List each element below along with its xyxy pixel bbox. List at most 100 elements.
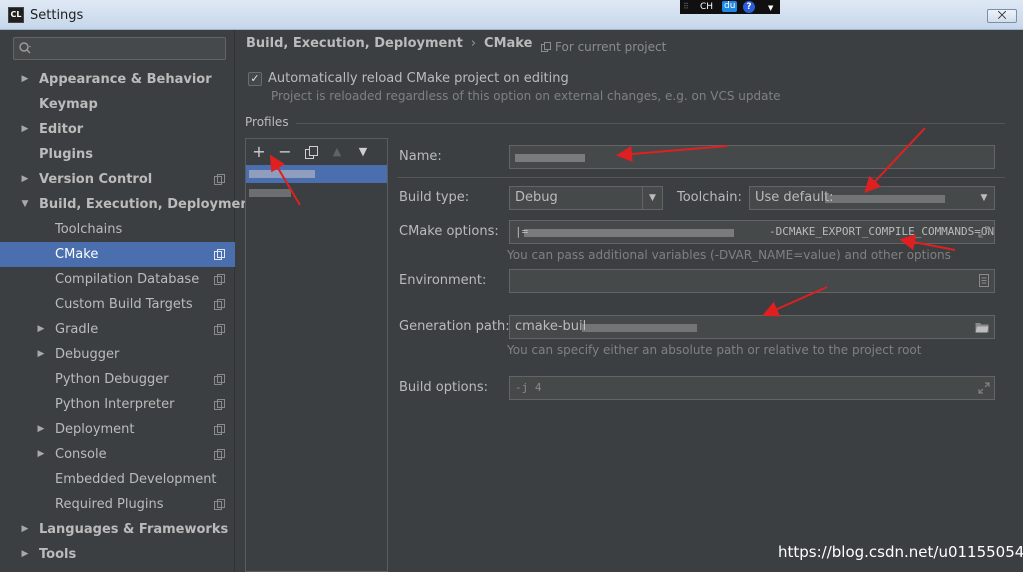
copy-icon	[214, 324, 225, 335]
sidebar-item-appearance-behavior[interactable]: ▶ Appearance & Behavior	[0, 67, 235, 92]
chevron-right-icon[interactable]: ▶	[20, 67, 30, 92]
cmake-options-field[interactable]: |= -DCMAKE_EXPORT_COMPILE_COMMANDS=ON	[509, 220, 995, 244]
breadcrumb-current: CMake	[484, 36, 533, 51]
sidebar-item-debugger[interactable]: ▶ Debugger	[0, 342, 235, 367]
toolchain-select[interactable]: Use default: ▼	[749, 186, 995, 210]
sidebar-item-label: Deployment	[55, 422, 135, 437]
help-icon[interactable]: ?	[743, 1, 755, 13]
generation-path-hint: You can specify either an absolute path …	[507, 343, 922, 357]
sidebar-item-python-interpreter[interactable]: Python Interpreter	[0, 392, 235, 417]
breadcrumb-separator: ›	[470, 36, 477, 51]
ch-indicator[interactable]: CH	[700, 0, 713, 14]
sidebar-item-python-debugger[interactable]: Python Debugger	[0, 367, 235, 392]
sidebar-item-label: CMake	[55, 247, 99, 262]
copy-icon	[541, 42, 551, 52]
sidebar-item-tools[interactable]: ▶ Tools	[0, 542, 235, 567]
chevron-right-icon[interactable]: ▶	[20, 117, 30, 142]
divider	[296, 123, 1005, 124]
redacted-profile-name	[249, 170, 315, 178]
du-indicator[interactable]: du	[722, 1, 738, 12]
close-button[interactable]: ⨉	[987, 9, 1017, 23]
name-field[interactable]	[509, 145, 995, 169]
add-profile-button[interactable]: +	[249, 142, 269, 162]
cmake-options-hint: You can pass additional variables (-DVAR…	[507, 248, 951, 262]
folder-icon[interactable]	[975, 321, 989, 333]
profiles-toolbar: + − ▲ ▼	[246, 139, 387, 165]
sidebar-item-embedded-development[interactable]: Embedded Development	[0, 467, 235, 492]
build-type-label: Build type:	[399, 190, 470, 205]
build-options-field[interactable]: -j 4	[509, 376, 995, 400]
chevron-right-icon[interactable]: ▶	[20, 517, 30, 542]
auto-reload-checkbox[interactable]: ✓	[248, 72, 262, 86]
chevron-right-icon[interactable]: ▶	[20, 542, 30, 567]
sidebar-item-label: Toolchains	[55, 222, 123, 237]
sidebar-item-label: Build, Execution, Deployment	[39, 197, 256, 212]
sidebar-item-label: Plugins	[39, 147, 93, 162]
environment-label: Environment:	[399, 273, 487, 288]
chevron-down-icon[interactable]: ▼	[20, 192, 30, 217]
generation-path-label: Generation path:	[399, 319, 510, 334]
for-current-project-note: For current project	[541, 40, 666, 54]
profile-item[interactable]	[246, 184, 387, 202]
copy-icon	[214, 424, 225, 435]
copy-profile-button[interactable]	[301, 142, 321, 162]
clion-logo-icon: CL	[8, 7, 24, 23]
sidebar-item-compilation-database[interactable]: Compilation Database	[0, 267, 235, 292]
cmake-options-value: -DCMAKE_EXPORT_COMPILE_COMMANDS=ON	[769, 225, 995, 238]
sidebar-item-label: Tools	[39, 547, 77, 562]
remove-profile-button[interactable]: −	[275, 142, 295, 162]
sidebar-item-label: Debugger	[55, 347, 120, 362]
chevron-right-icon[interactable]: ▶	[36, 417, 46, 442]
cmake-options-label: CMake options:	[399, 224, 499, 239]
move-down-button[interactable]: ▼	[353, 142, 373, 162]
sidebar-item-label: Gradle	[55, 322, 99, 337]
floating-toolstrip: ⠿ CH du ? ▼	[680, 0, 780, 14]
chevron-right-icon[interactable]: ▶	[36, 442, 46, 467]
chevron-right-icon[interactable]: ▶	[36, 317, 46, 342]
sidebar-item-languages-frameworks[interactable]: ▶ Languages & Frameworks	[0, 517, 235, 542]
title-bar: CL Settings ⠿ CH du ? ▼ ⨉	[0, 0, 1023, 30]
sidebar-item-version-control[interactable]: ▶ Version Control	[0, 167, 235, 192]
expand-icon[interactable]	[978, 382, 990, 394]
chevron-down-icon[interactable]: ▼	[642, 187, 662, 209]
copy-icon	[214, 274, 225, 285]
sidebar-item-label: Keymap	[39, 97, 98, 112]
sidebar-item-label: Embedded Development	[55, 472, 217, 487]
copy-icon	[214, 399, 225, 410]
sidebar-item-toolchains[interactable]: Toolchains	[0, 217, 235, 242]
sidebar-item-console[interactable]: ▶ Console	[0, 442, 235, 467]
copy-icon	[214, 249, 225, 260]
profile-item[interactable]	[246, 165, 387, 183]
sidebar-item-keymap[interactable]: Keymap	[0, 92, 235, 117]
chevron-down-icon[interactable]: ▼	[974, 187, 994, 209]
move-up-button[interactable]: ▲	[327, 142, 347, 162]
build-type-select[interactable]: Debug ▼	[509, 186, 663, 210]
chevron-right-icon[interactable]: ▶	[20, 167, 30, 192]
sidebar-item-label: Editor	[39, 122, 84, 137]
sidebar-item-gradle[interactable]: ▶ Gradle	[0, 317, 235, 342]
sidebar-item-custom-build-targets[interactable]: Custom Build Targets	[0, 292, 235, 317]
sidebar-item-cmake[interactable]: CMake	[0, 242, 235, 267]
sidebar-item-build-execution-deployment[interactable]: ▼ Build, Execution, Deployment	[0, 192, 256, 217]
sidebar-item-required-plugins[interactable]: Required Plugins	[0, 492, 235, 517]
chevron-down-icon[interactable]: ▼	[768, 1, 773, 15]
environment-field[interactable]	[509, 269, 995, 293]
name-label: Name:	[399, 149, 442, 164]
expand-icon[interactable]	[978, 226, 990, 238]
copy-icon	[214, 299, 225, 310]
sidebar-item-label: Python Debugger	[55, 372, 169, 387]
sidebar-item-label: Python Interpreter	[55, 397, 175, 412]
settings-sidebar: ▶ Appearance & Behavior Keymap ▶ Editor Plugi…	[0, 30, 256, 572]
search-input[interactable]	[13, 37, 226, 60]
sidebar-item-deployment[interactable]: ▶ Deployment	[0, 417, 235, 442]
document-icon[interactable]	[979, 274, 989, 287]
sidebar-item-plugins[interactable]: Plugins	[0, 142, 235, 167]
auto-reload-label[interactable]: Automatically reload CMake project on ed…	[268, 71, 569, 86]
generation-path-field[interactable]: cmake-buil	[509, 315, 995, 339]
copy-icon	[214, 174, 225, 185]
build-options-label: Build options:	[399, 380, 489, 395]
profiles-list-panel: + − ▲ ▼	[245, 138, 388, 572]
redacted-profile-name	[249, 189, 291, 197]
sidebar-item-editor[interactable]: ▶ Editor	[0, 117, 235, 142]
chevron-right-icon[interactable]: ▶	[36, 342, 46, 367]
